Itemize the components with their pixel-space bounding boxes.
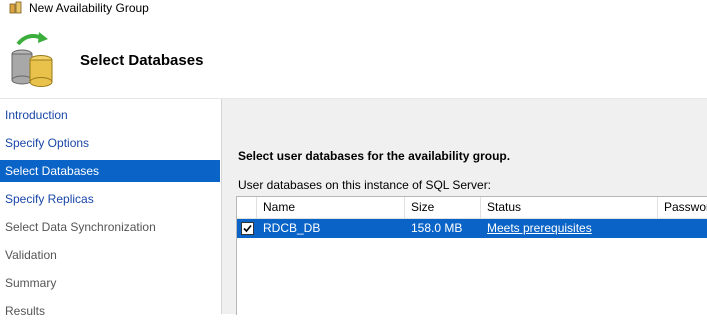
grid-header-row: Name Size Status Password	[237, 197, 707, 219]
status-link[interactable]: Meets prerequisites	[487, 221, 592, 235]
column-header-size[interactable]: Size	[405, 197, 481, 218]
table-row[interactable]: RDCB_DB 158.0 MB Meets prerequisites	[237, 219, 707, 238]
wizard-nav: Introduction Specify Options Select Data…	[0, 99, 222, 318]
nav-item-specify-options[interactable]: Specify Options	[0, 132, 220, 154]
main-panel: Select user databases for the availabili…	[222, 99, 707, 315]
column-header-name[interactable]: Name	[257, 197, 405, 218]
grid-label: User databases on this instance of SQL S…	[238, 178, 492, 192]
nav-item-select-data-synchronization: Select Data Synchronization	[5, 220, 156, 234]
nav-item-select-databases[interactable]: Select Databases	[0, 160, 220, 182]
column-header-password[interactable]: Password	[658, 197, 707, 218]
row-checkbox[interactable]	[241, 222, 254, 235]
nav-item-validation: Validation	[5, 248, 57, 262]
column-header-status[interactable]: Status	[481, 197, 658, 218]
nav-item-specify-replicas[interactable]: Specify Replicas	[0, 188, 220, 210]
cell-status: Meets prerequisites	[481, 219, 658, 238]
cell-size: 158.0 MB	[411, 221, 463, 235]
nav-item-summary: Summary	[5, 276, 57, 290]
nav-item-results: Results	[5, 304, 46, 318]
page-title: Select Databases	[80, 52, 204, 69]
window-title: New Availability Group	[29, 1, 149, 15]
title-bar: New Availability Group	[0, 0, 707, 18]
section-heading: Select user databases for the availabili…	[238, 149, 511, 163]
nav-item-introduction[interactable]: Introduction	[0, 104, 220, 126]
checkmark-icon	[243, 224, 252, 233]
cell-password[interactable]	[658, 219, 707, 238]
database-sync-icon	[11, 32, 53, 87]
cell-name: RDCB_DB	[263, 221, 321, 235]
database-grid[interactable]: Name Size Status Password RDCB_DB 158.0 …	[236, 196, 707, 315]
header-checkbox-column[interactable]	[237, 197, 257, 218]
availability-group-icon	[9, 1, 22, 14]
page-header: Select Databases	[0, 18, 707, 99]
